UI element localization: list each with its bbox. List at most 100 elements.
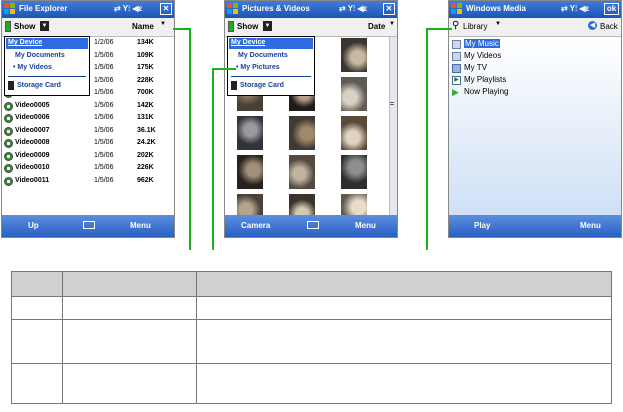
table-row [11,363,612,404]
soft-key-right[interactable]: Menu [130,221,151,230]
keyboard-icon[interactable] [83,221,95,229]
file-name: Video0010 [15,164,50,171]
file-size: 202K [137,151,154,159]
scrollbar[interactable] [389,37,397,215]
menu-item-my-device[interactable]: My Device [231,39,265,46]
library-item-label: My TV [464,63,487,72]
file-size: 134K [137,39,154,46]
file-row[interactable]: Video0011 1/5/06 962K [4,176,174,187]
status-icons: ⇄ Y⫶ ◀ε [114,4,143,13]
pictures-videos-screen: Pictures & Videos ⇄ Y⫶ ◀ε ✕ Show ▼ Date … [224,0,398,238]
menu-item-my-device[interactable]: My Device [8,39,42,46]
close-icon[interactable]: ✕ [383,3,395,15]
status-icons: ⇄ Y⫶ ◀ε [561,4,590,13]
soft-key-right[interactable]: Menu [355,221,376,230]
magnifier-icon: ⚲ [452,20,460,31]
file-size: 142K [137,101,154,109]
photo-thumbnail[interactable] [341,155,367,189]
play-icon: ▶ [452,87,459,97]
file-size: 175K [137,64,154,71]
menu-divider [8,76,86,77]
ok-button[interactable]: ok [604,3,619,15]
callout-line [212,68,236,70]
file-row[interactable]: Video0007 1/5/06 36.1K [4,126,174,137]
file-row[interactable]: Video0010 1/5/06 226K [4,163,174,174]
sort-label[interactable]: Date [368,22,385,31]
file-name: Video0007 [15,126,50,134]
chevron-down-icon[interactable]: ▼ [495,21,501,27]
soft-key-bar: Camera Menu [225,215,397,237]
library-label[interactable]: Library [463,22,487,31]
menu-item-storage-card[interactable]: Storage Card [240,82,284,89]
soft-key-bar: Up Menu [2,215,174,237]
soft-key-left[interactable]: Play [474,221,490,230]
table-cell [196,296,612,320]
video-file-icon [4,164,13,173]
chevron-down-icon[interactable]: ▼ [40,21,49,31]
video-file-icon [4,126,13,136]
keyboard-icon[interactable] [307,221,319,229]
file-date: 1/5/06 [94,76,114,84]
title-bar: File Explorer ⇄ Y⫶ ◀ε ✕ [2,1,174,18]
close-icon[interactable]: ✕ [160,3,172,15]
back-button[interactable]: Back [600,22,618,31]
spec-table [11,271,612,404]
menu-item-storage-card[interactable]: Storage Card [17,82,61,89]
file-row[interactable]: Video0009 1/5/06 202K [4,151,174,162]
windows-start-icon[interactable] [227,3,239,15]
sort-arrow-icon[interactable]: ▼ [389,21,395,27]
file-row[interactable]: Video0008 1/5/06 24.2K [4,138,174,149]
photo-thumbnail[interactable] [341,77,367,111]
file-date: 1/5/06 [94,151,114,159]
show-label[interactable]: Show [14,22,35,31]
file-date: 1/5/06 [94,51,114,59]
menu-item-my-videos[interactable]: • My Videos [13,64,52,71]
windows-start-icon[interactable] [451,3,463,15]
photo-thumbnail[interactable] [289,116,315,150]
file-row[interactable]: Video0005 1/5/06 142K [4,101,174,112]
table-cell [62,363,197,404]
file-name: Video0006 [15,114,50,121]
table-cell [62,296,197,320]
table-header-cell [62,271,197,297]
library-item-label: Now Playing [464,87,509,96]
file-date: 1/5/06 [94,164,114,171]
device-icon [228,21,234,32]
menu-item-my-pictures[interactable]: • My Pictures [236,64,280,71]
status-icons: ⇄ Y⫶ ◀ε [339,4,368,13]
sort-arrow-icon[interactable]: ▼ [160,21,166,27]
file-size: 131K [137,114,154,121]
table-header-cell [196,271,612,297]
photo-thumbnail[interactable] [289,155,315,189]
photo-thumbnail[interactable] [237,155,263,189]
file-row[interactable]: Video0006 1/5/06 131K [4,113,174,124]
windows-start-icon[interactable] [4,3,16,15]
storage-card-icon [8,81,14,90]
music-folder-icon [452,40,461,49]
playlist-icon: ▶ [452,76,461,85]
show-menu: My Device My Documents • My Videos Stora… [4,36,90,96]
menu-item-my-documents[interactable]: My Documents [15,52,65,59]
photo-thumbnail[interactable] [341,38,367,72]
menu-item-my-documents[interactable]: My Documents [238,52,288,59]
photo-thumbnail[interactable] [237,116,263,150]
table-cell [11,363,63,404]
scroll-thumb-icon[interactable]: = [390,101,394,108]
back-arrow-icon[interactable]: ◀ [588,21,597,30]
soft-key-bar: Play Menu [449,215,621,237]
soft-key-right[interactable]: Menu [580,221,601,230]
video-file-icon [4,101,13,111]
windows-media-screen: Windows Media ⇄ Y⫶ ◀ε ok ⚲ Library ▼ ◀ B… [448,0,622,238]
show-label[interactable]: Show [237,22,258,31]
soft-key-left[interactable]: Camera [241,221,270,230]
chevron-down-icon[interactable]: ▼ [263,21,272,31]
photo-thumbnail[interactable] [341,116,367,150]
library-item-label: My Playlists [464,75,507,84]
file-date: 1/5/06 [94,176,114,184]
show-menu: My Device My Documents • My Pictures Sto… [227,36,315,96]
soft-key-left[interactable]: Up [28,221,39,230]
video-file-icon [4,176,13,186]
tv-icon [452,64,461,73]
callout-line [189,28,191,250]
sort-label[interactable]: Name [132,22,154,31]
